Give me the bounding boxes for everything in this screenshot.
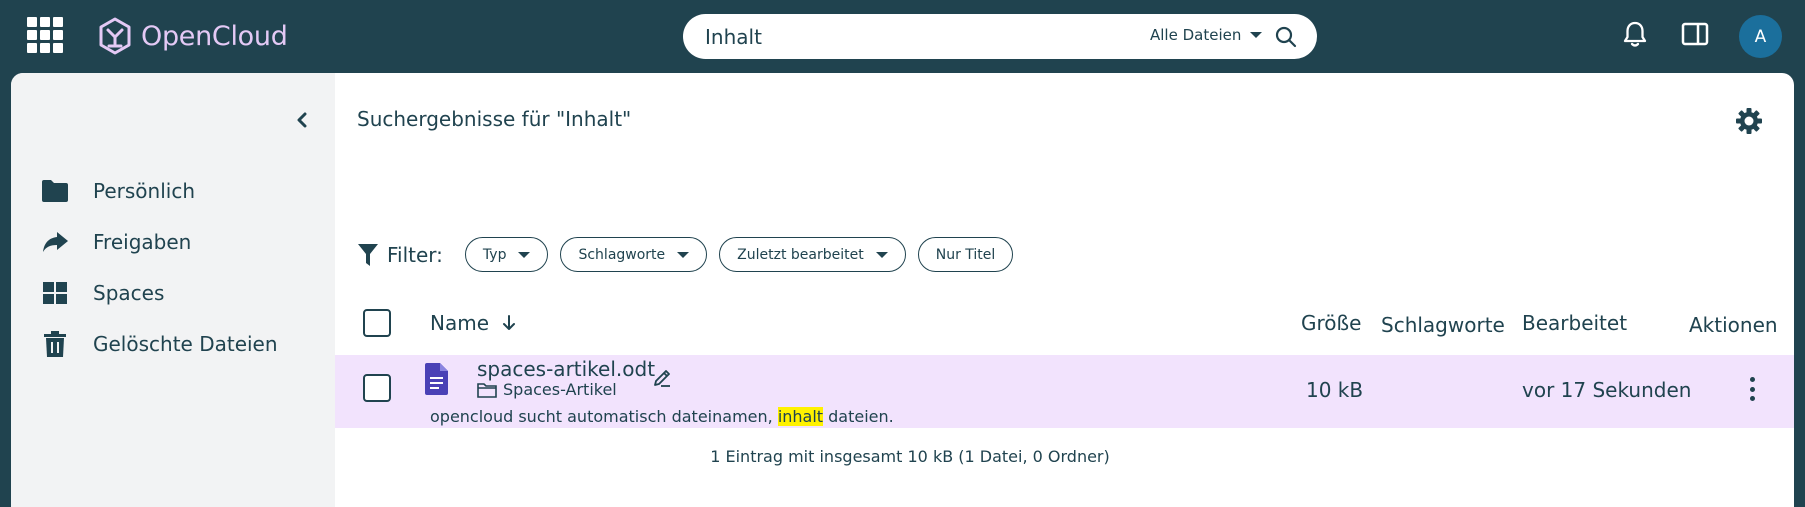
file-size: 10 kB xyxy=(1306,378,1364,402)
search-scope-label: Alle Dateien xyxy=(1150,26,1242,44)
caret-down-icon xyxy=(518,251,531,258)
column-header-actions: Aktionen xyxy=(1689,313,1778,337)
column-header-label: Name xyxy=(430,311,490,335)
apps-grid-icon[interactable] xyxy=(27,17,63,53)
caret-down-icon xyxy=(875,251,888,258)
trash-icon xyxy=(39,328,71,360)
filter-chip-nur-titel[interactable]: Nur Titel xyxy=(917,237,1014,272)
filter-chip-label: Schlagworte xyxy=(578,246,666,263)
sidebar-panel-icon[interactable] xyxy=(1680,19,1710,49)
bell-icon[interactable] xyxy=(1620,19,1650,49)
folder-outline-icon xyxy=(477,382,497,398)
sidebar-item-label: Freigaben xyxy=(93,230,192,254)
filter-chip-label: Zuletzt bearbeitet xyxy=(737,246,864,263)
avatar-initial: A xyxy=(1754,26,1767,47)
search-bar: Alle Dateien xyxy=(683,14,1317,59)
page-title: Suchergebnisse für "Inhalt" xyxy=(357,107,632,131)
pencil-icon[interactable] xyxy=(652,368,672,388)
sidebar-item-persoenlich[interactable]: Persönlich xyxy=(11,165,335,217)
sidebar-item-label: Persönlich xyxy=(93,179,195,203)
filter-chip-typ[interactable]: Typ xyxy=(464,237,549,272)
filter-chip-label: Typ xyxy=(482,246,507,263)
folder-icon xyxy=(39,175,71,207)
chevron-left-icon[interactable] xyxy=(294,109,310,131)
file-name-link[interactable]: spaces-artikel.odt xyxy=(477,357,655,381)
filter-chip-label: Nur Titel xyxy=(935,246,996,263)
results-summary: 1 Eintrag mit insgesamt 10 kB (1 Datei, … xyxy=(710,447,1110,466)
search-scope-dropdown[interactable]: Alle Dateien xyxy=(1150,26,1263,44)
filter-icon xyxy=(358,243,378,266)
caret-down-icon xyxy=(677,251,690,258)
file-location[interactable]: Spaces-Artikel xyxy=(477,380,617,399)
filter-chip-zuletzt-bearbeitet[interactable]: Zuletzt bearbeitet xyxy=(719,237,906,272)
select-all-checkbox[interactable] xyxy=(363,309,391,337)
document-icon xyxy=(425,363,448,395)
search-snippet: opencloud sucht automatisch dateinamen, … xyxy=(430,407,894,426)
caret-down-icon xyxy=(1250,32,1263,38)
avatar[interactable]: A xyxy=(1739,15,1782,58)
snippet-text: dateien. xyxy=(823,407,894,426)
share-icon xyxy=(39,226,71,258)
table-row[interactable]: spaces-artikel.odt Spaces-Artikel opencl… xyxy=(335,355,1794,428)
row-checkbox[interactable] xyxy=(363,374,391,402)
search-input[interactable] xyxy=(705,14,1205,59)
sidebar-item-label: Gelöschte Dateien xyxy=(93,332,278,356)
sidebar-item-geloeschte-dateien[interactable]: Gelöschte Dateien xyxy=(11,318,335,370)
main-content: Suchergebnisse für "Inhalt" Filter: Typ … xyxy=(335,73,1794,507)
column-header-modified[interactable]: Bearbeitet xyxy=(1522,311,1627,335)
brand-logo[interactable]: OpenCloud xyxy=(98,17,288,55)
opencloud-logo-icon xyxy=(99,17,131,55)
column-header-size[interactable]: Größe xyxy=(1301,311,1361,335)
sidebar: Persönlich Freigaben Spaces Gelöschte Da… xyxy=(11,73,335,507)
brand-name: OpenCloud xyxy=(141,20,288,52)
snippet-text: opencloud sucht automatisch dateinamen, xyxy=(430,407,778,426)
more-actions-icon[interactable] xyxy=(1742,374,1762,404)
filter-chip-schlagworte[interactable]: Schlagworte xyxy=(560,237,708,272)
gear-icon[interactable] xyxy=(1734,106,1764,136)
arrow-down-icon xyxy=(503,315,516,330)
filter-label: Filter: xyxy=(387,242,443,267)
sidebar-item-label: Spaces xyxy=(93,281,165,305)
sidebar-item-freigaben[interactable]: Freigaben xyxy=(11,216,335,268)
top-bar: OpenCloud Alle Dateien A xyxy=(0,0,1805,73)
search-icon[interactable] xyxy=(1274,25,1298,49)
column-header-tags[interactable]: Schlagworte xyxy=(1381,313,1505,337)
grid-icon xyxy=(39,277,71,309)
app-content: Persönlich Freigaben Spaces Gelöschte Da… xyxy=(11,73,1794,507)
file-location-label: Spaces-Artikel xyxy=(503,380,617,399)
column-header-name[interactable]: Name xyxy=(430,311,517,335)
sidebar-item-spaces[interactable]: Spaces xyxy=(11,267,335,319)
snippet-highlight: inhalt xyxy=(777,407,824,426)
file-modified: vor 17 Sekunden xyxy=(1522,378,1692,402)
filter-bar: Filter: Typ Schlagworte Zuletzt bearbeit… xyxy=(357,237,1025,272)
